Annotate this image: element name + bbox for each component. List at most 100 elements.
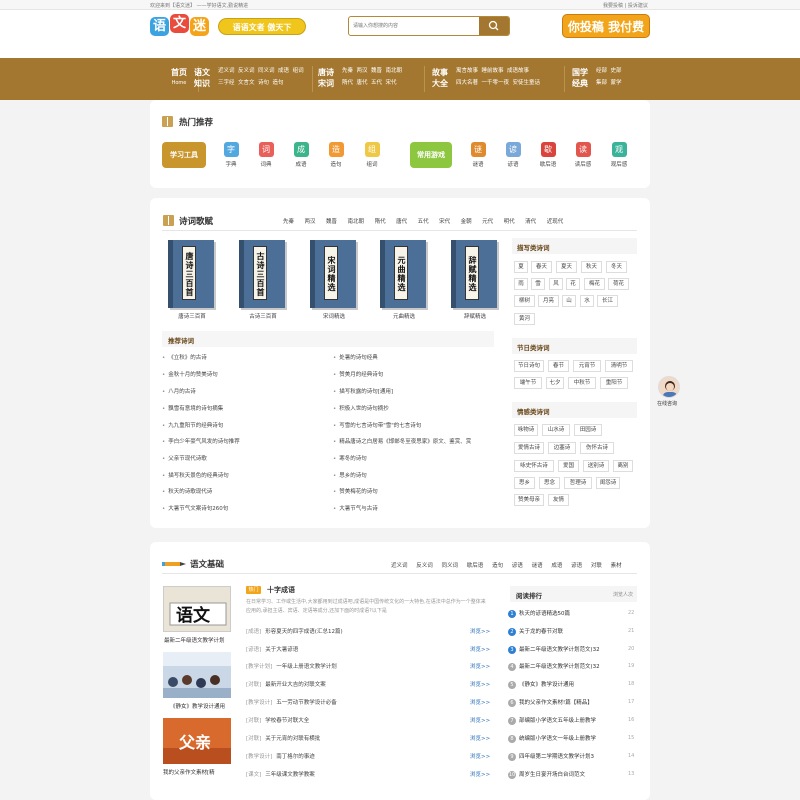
nav-link[interactable]: 一千零一夜: [482, 78, 510, 86]
site-logo[interactable]: 语 文 迷: [150, 14, 212, 40]
nav-link[interactable]: 睡前故事: [482, 66, 504, 74]
rank-title[interactable]: 最新二年级语文教学计划范文(32: [519, 645, 600, 653]
tool-idiom[interactable]: 成成语: [286, 142, 316, 168]
basics-tab[interactable]: 素材: [611, 561, 622, 569]
tag-chip[interactable]: 花: [566, 278, 580, 290]
online-consult-label[interactable]: 在线咨询: [657, 400, 677, 407]
tag-chip[interactable]: 柳树: [514, 295, 535, 307]
tag-chip[interactable]: 长江: [597, 295, 618, 307]
basics-tab[interactable]: 歇后语: [467, 561, 484, 569]
browse-link[interactable]: 浏览>>: [470, 698, 490, 706]
nav-classics[interactable]: 国学经典: [570, 67, 590, 89]
rank-item[interactable]: 10 周岁生日宴开场白台词范文: [508, 770, 585, 779]
rec-poem-link[interactable]: 九九重阳节的经典诗句: [162, 421, 223, 429]
nav-link[interactable]: 四大名著: [456, 78, 478, 86]
tool-dictionary[interactable]: 字字典: [216, 142, 246, 168]
nav-link[interactable]: 诗句: [258, 78, 269, 86]
rec-poem-link[interactable]: 大暑节气与古诗: [333, 504, 378, 512]
article-item[interactable]: [教学计划] 一年级上册语文教学计划: [246, 662, 337, 670]
tag-chip[interactable]: 风: [549, 278, 563, 290]
tag-chip[interactable]: 七夕: [546, 377, 564, 389]
contribute-banner[interactable]: 你投稿 我付费: [562, 14, 650, 38]
article-item[interactable]: [对联] 学校春节对联大全: [246, 716, 309, 724]
rank-title[interactable]: 部编版小学语文五年级上册教学: [519, 716, 596, 724]
book-cover[interactable]: 宋词精选: [310, 240, 356, 308]
common-games-button[interactable]: 常用游戏: [410, 142, 452, 168]
game-xiehouyu[interactable]: 歇歇后语: [533, 142, 563, 168]
nav-link[interactable]: 安徒生童话: [513, 78, 541, 86]
browse-link[interactable]: 浏览>>: [470, 680, 490, 688]
nav-home[interactable]: 首页 Home: [166, 67, 192, 89]
book-cover[interactable]: 古诗三百首: [239, 240, 285, 308]
article-item[interactable]: [对联] 关于元宵的对联有横批: [246, 734, 320, 742]
tag-chip[interactable]: 哲理诗: [564, 477, 592, 489]
rec-poem-link[interactable]: 描写秋露的诗句[通用]: [333, 387, 393, 395]
nav-link[interactable]: 成语: [278, 66, 289, 74]
dynasty-tab[interactable]: 魏晋: [326, 217, 337, 225]
dynasty-tab[interactable]: 唐代: [396, 217, 407, 225]
browse-link[interactable]: 浏览>>: [470, 716, 490, 724]
tag-chip[interactable]: 梅花: [584, 278, 605, 290]
tool-cidian[interactable]: 词词典: [251, 142, 281, 168]
article-title[interactable]: 关于大暑谚语: [265, 645, 298, 653]
tag-chip[interactable]: 伤怀古诗: [580, 442, 614, 454]
tag-chip[interactable]: 夏: [514, 261, 528, 273]
tag-chip[interactable]: 田园诗: [574, 424, 602, 436]
article-title[interactable]: 最新开业大吉的对联文案: [265, 680, 326, 688]
article-item[interactable]: [课文] 三年级课文教学教案: [246, 770, 315, 778]
search-box[interactable]: [348, 16, 510, 36]
nav-link[interactable]: 成语故事: [507, 66, 529, 74]
article-item[interactable]: [教学设计] 五一劳动节教学设计必备: [246, 698, 337, 706]
dynasty-tab[interactable]: 金朝: [461, 217, 472, 225]
article-title[interactable]: 南丁格尔的事迹: [276, 752, 315, 760]
article-title[interactable]: 一年级上册语文教学计划: [276, 662, 337, 670]
nav-yuwen[interactable]: 语文知识: [192, 67, 212, 89]
tag-chip[interactable]: 水: [580, 295, 594, 307]
dynasty-tab[interactable]: 隋代: [375, 217, 386, 225]
dynasty-tab[interactable]: 南北朝: [348, 217, 365, 225]
book-cover[interactable]: 辞赋精选: [451, 240, 497, 308]
dynasty-tab[interactable]: 近现代: [547, 217, 564, 225]
nav-link[interactable]: 五代: [371, 78, 382, 86]
rec-poem-link[interactable]: 秋天的诗歌现代诗: [162, 487, 212, 495]
nav-link[interactable]: 隋代: [342, 78, 353, 86]
tag-chip[interactable]: 清明节: [605, 360, 633, 372]
tag-chip[interactable]: 春节: [548, 360, 569, 372]
tag-chip[interactable]: 中秋节: [568, 377, 596, 389]
basics-tab[interactable]: 近义词: [391, 561, 408, 569]
nav-link[interactable]: 两汉: [357, 66, 368, 74]
article-title[interactable]: 学校春节对联大全: [265, 716, 309, 724]
rank-title[interactable]: 统编版小学语文一年级上册教学: [519, 734, 596, 742]
tag-chip[interactable]: 赞美母亲: [514, 494, 544, 506]
browse-link[interactable]: 浏览>>: [470, 645, 490, 653]
browse-link[interactable]: 浏览>>: [470, 752, 490, 760]
rec-poem-link[interactable]: 赞美梅花的诗句: [333, 487, 378, 495]
book-name[interactable]: 古诗三百首: [238, 312, 288, 320]
dynasty-tab[interactable]: 宋代: [439, 217, 450, 225]
book-name[interactable]: 元曲精选: [379, 312, 429, 320]
browse-link[interactable]: 浏览>>: [470, 627, 490, 635]
feature-title[interactable]: 十字成语: [267, 585, 295, 595]
nav-link[interactable]: 造句: [273, 78, 284, 86]
thumbnail-caption[interactable]: 最新二年级语文教学计划: [164, 636, 244, 644]
nav-link[interactable]: 宋代: [386, 78, 397, 86]
tag-chip[interactable]: 黄河: [514, 313, 535, 325]
browse-link[interactable]: 浏览>>: [470, 734, 490, 742]
thumbnail-image[interactable]: 语文: [163, 586, 231, 632]
tag-chip[interactable]: 端午节: [514, 377, 542, 389]
nav-link[interactable]: 魏晋: [371, 66, 382, 74]
nav-link[interactable]: 集部: [596, 78, 607, 86]
rec-poem-link[interactable]: 大暑节气文案诗句260句: [162, 504, 228, 512]
basics-tab[interactable]: 成语: [551, 561, 562, 569]
thumbnail-caption[interactable]: 我的父亲作文素材[精: [163, 768, 243, 776]
dynasty-tab[interactable]: 先秦: [283, 217, 294, 225]
study-tools-button[interactable]: 学习工具: [162, 142, 206, 168]
tag-chip[interactable]: 春天: [531, 261, 552, 273]
tag-chip[interactable]: 月亮: [538, 295, 559, 307]
basics-tab[interactable]: 谚语: [512, 561, 523, 569]
dynasty-tab[interactable]: 清代: [525, 217, 536, 225]
article-item[interactable]: [谚语] 关于大暑谚语: [246, 645, 298, 653]
tag-chip[interactable]: 爱国: [558, 460, 579, 472]
nav-link[interactable]: 三字经: [218, 78, 235, 86]
article-item[interactable]: [对联] 最新开业大吉的对联文案: [246, 680, 326, 688]
